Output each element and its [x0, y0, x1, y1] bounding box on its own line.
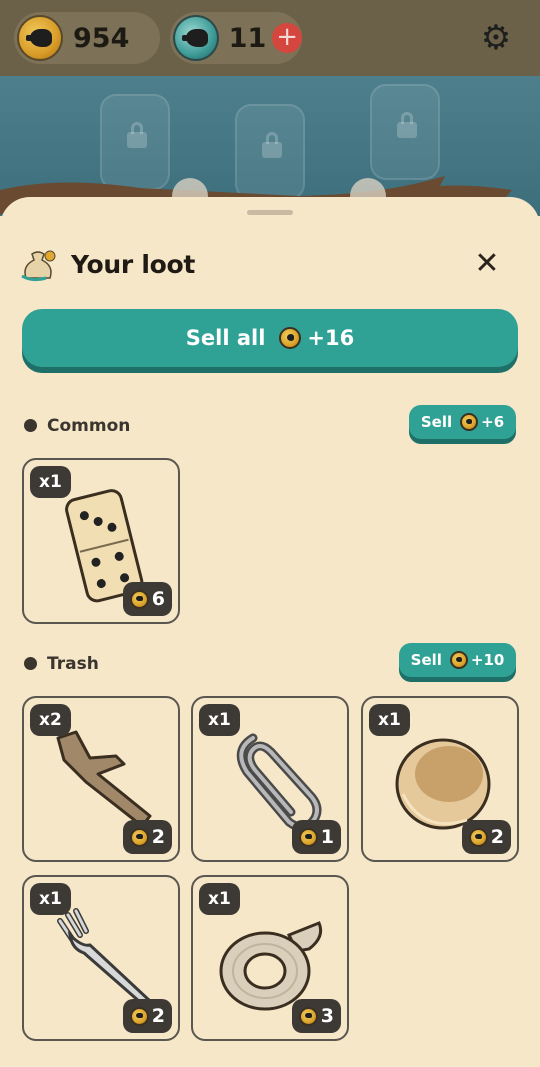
add-gems-button[interactable]: + — [272, 23, 302, 53]
lock-icon — [262, 132, 282, 158]
loot-sheet: Your loot ✕ Sell all +16 Common Sell +6 … — [0, 197, 540, 1067]
sell-trash-button[interactable]: Sell +10 — [399, 643, 516, 677]
section-title-trash: Trash — [47, 654, 99, 674]
quantity-badge: x1 — [199, 883, 240, 915]
item-card-fork[interactable]: x1 2 — [22, 875, 180, 1041]
sell-all-button[interactable]: Sell all +16 — [22, 309, 518, 367]
section-title-common: Common — [47, 416, 131, 436]
item-card-domino[interactable]: x1 6 — [22, 458, 180, 624]
coin-icon — [298, 827, 318, 847]
quantity-badge: x1 — [30, 466, 71, 498]
locked-slot — [370, 84, 440, 180]
sell-label: Sell — [410, 651, 442, 669]
sell-common-button[interactable]: Sell +6 — [409, 405, 516, 439]
sheet-title: Your loot — [71, 250, 195, 279]
item-card-wooden-bowl[interactable]: x1 2 — [361, 696, 519, 862]
price-value: 2 — [151, 826, 165, 848]
top-bar: 954 11 + ⚙ — [0, 0, 540, 76]
price-badge: 1 — [291, 820, 341, 854]
lock-icon — [397, 112, 417, 138]
coin-icon — [279, 327, 302, 349]
price-badge: 2 — [122, 820, 172, 854]
sell-all-amount: +16 — [307, 326, 355, 350]
coin-icon — [129, 827, 149, 847]
quantity-badge: x1 — [30, 883, 71, 915]
background-scene — [0, 76, 540, 216]
sell-all-label: Sell all — [185, 326, 266, 350]
coin-counter[interactable]: 954 — [14, 12, 160, 64]
drag-handle[interactable] — [247, 210, 293, 215]
quantity-badge: x2 — [30, 704, 71, 736]
coin-icon — [298, 1006, 318, 1026]
price-value: 2 — [490, 826, 504, 848]
quantity-badge: x1 — [369, 704, 410, 736]
price-badge: 2 — [461, 820, 511, 854]
gem-counter[interactable]: 11 + — [170, 12, 302, 64]
item-card-paperclip[interactable]: x1 1 — [191, 696, 349, 862]
gem-icon — [173, 15, 219, 61]
coin-icon — [17, 15, 63, 61]
coin-icon — [468, 827, 488, 847]
gem-count: 11 — [228, 22, 267, 54]
price-badge: 3 — [291, 999, 341, 1033]
lock-icon — [127, 122, 147, 148]
price-badge: 6 — [122, 582, 172, 616]
section-bullet — [24, 419, 37, 432]
price-value: 2 — [151, 1005, 165, 1027]
sell-label: Sell — [420, 413, 453, 431]
item-card-stick[interactable]: x2 2 — [22, 696, 180, 862]
loot-bag-icon — [21, 250, 56, 282]
price-badge: 2 — [122, 999, 172, 1033]
price-value: 3 — [320, 1005, 334, 1027]
coin-icon — [129, 589, 149, 609]
coin-icon — [449, 651, 468, 669]
item-card-tape-roll[interactable]: x1 3 — [191, 875, 349, 1041]
gear-icon[interactable]: ⚙ — [478, 20, 514, 56]
sell-amount: +6 — [481, 413, 505, 431]
coin-icon — [460, 413, 479, 431]
coin-count: 954 — [73, 22, 130, 54]
section-bullet — [24, 657, 37, 670]
coin-icon — [129, 1006, 149, 1026]
quantity-badge: x1 — [199, 704, 240, 736]
sell-amount: +10 — [470, 651, 505, 669]
price-value: 6 — [151, 588, 165, 610]
price-value: 1 — [320, 826, 334, 848]
close-icon[interactable]: ✕ — [472, 249, 502, 279]
